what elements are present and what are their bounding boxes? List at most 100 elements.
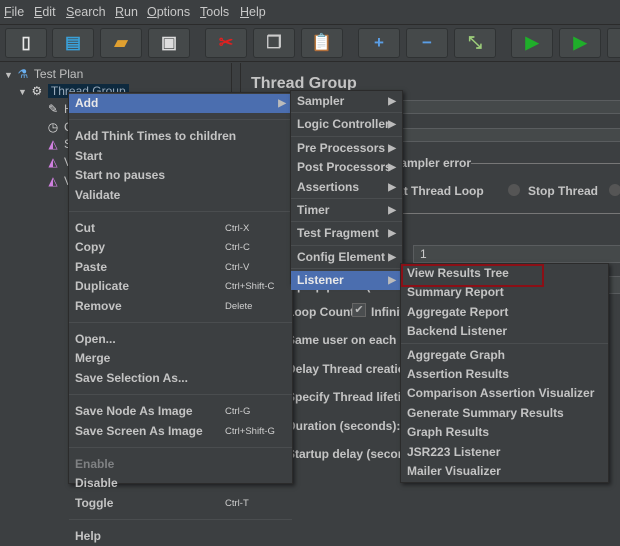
menu-separator [291, 221, 402, 222]
submenu-arrow-icon: ▶ [388, 115, 396, 134]
tree-node[interactable]: ▼⚗Test Plan [4, 65, 83, 83]
submenu-arrow-icon: ▶ [278, 94, 286, 113]
gear-icon: ⚙ [30, 82, 44, 100]
menu-item-start-no-pauses[interactable]: Start no pauses [69, 166, 292, 185]
expand-toggle-icon[interactable]: ▼ [18, 87, 27, 97]
menu-item-label: Help [75, 529, 101, 543]
menu-item-label: Assertions [297, 180, 359, 194]
menu-item-jsr223-listener[interactable]: JSR223 Listener [401, 443, 608, 462]
open-icon: ▰ [114, 33, 127, 53]
toggle-icon: ⤡ [468, 33, 482, 53]
menu-separator [69, 211, 292, 212]
menu-separator [69, 322, 292, 323]
submenu-arrow-icon: ▶ [388, 92, 396, 111]
menu-item-validate[interactable]: Validate [69, 186, 292, 205]
menu-item-save-selection-as[interactable]: Save Selection As... [69, 369, 292, 388]
menu-item-assertion-results[interactable]: Assertion Results [401, 365, 608, 384]
cut-icon: ✂ [219, 33, 233, 53]
paste-icon: 📋 [311, 33, 332, 53]
menu-item-copy[interactable]: CopyCtrl-C [69, 238, 292, 257]
save-button[interactable]: ▣ [148, 28, 190, 58]
add-submenu: Sampler▶ Logic Controller▶ Pre Processors▶… [290, 90, 403, 284]
menu-item-paste[interactable]: PasteCtrl-V [69, 258, 292, 277]
menu-item-label: Toggle [75, 496, 113, 510]
menu-item-start[interactable]: Start [69, 147, 292, 166]
menu-item-enable[interactable]: Enable [69, 455, 292, 474]
copy-button[interactable]: ❐ [253, 28, 295, 58]
menu-item-add[interactable]: Add▶ [69, 94, 292, 113]
menu-item-label: Comparison Assertion Visualizer [407, 386, 594, 400]
menu-item-logic-controller[interactable]: Logic Controller▶ [291, 115, 402, 134]
menu-item-toggle[interactable]: ToggleCtrl-T [69, 494, 292, 513]
menu-item-timer[interactable]: Timer▶ [291, 201, 402, 220]
start-button[interactable]: ▶ [511, 28, 553, 58]
start-no-pauses-button[interactable]: ▶ [559, 28, 601, 58]
menu-item-label: Cut [75, 221, 95, 235]
menu-item-assertions[interactable]: Assertions▶ [291, 178, 402, 197]
menu-item-generate-summary-results[interactable]: Generate Summary Results [401, 404, 608, 423]
radio[interactable] [609, 184, 620, 196]
menu-edit[interactable]: Edit [34, 5, 56, 19]
submenu-arrow-icon: ▶ [388, 271, 396, 290]
menu-help[interactable]: Help [240, 5, 266, 19]
menu-item-aggregate-report[interactable]: Aggregate Report [401, 303, 608, 322]
cut-button[interactable]: ✂ [205, 28, 247, 58]
menu-item-listener[interactable]: Listener▶ [291, 271, 402, 290]
menu-item-config-element[interactable]: Config Element▶ [291, 248, 402, 267]
collapse-icon: − [422, 33, 432, 53]
menu-item-comparison-assertion-visualizer[interactable]: Comparison Assertion Visualizer [401, 384, 608, 403]
menu-separator [69, 447, 292, 448]
menu-item-sampler[interactable]: Sampler▶ [291, 92, 402, 111]
menu-item-merge[interactable]: Merge [69, 349, 292, 368]
menu-item-add-think-times-to-children[interactable]: Add Think Times to children [69, 127, 292, 146]
save-icon: ▣ [161, 33, 177, 53]
menu-item-help[interactable]: Help [69, 527, 292, 546]
toggle-button[interactable]: ⤡ [454, 28, 496, 58]
menu-item-label: Generate Summary Results [407, 406, 564, 420]
menu-item-label: Aggregate Graph [407, 348, 505, 362]
stop-thread-radio[interactable] [508, 184, 520, 196]
menu-item-mailer-visualizer[interactable]: Mailer Visualizer [401, 462, 608, 481]
open-button[interactable]: ▰ [100, 28, 142, 58]
menu-item-save-node-as-image[interactable]: Save Node As ImageCtrl-G [69, 402, 292, 421]
menu-file[interactable]: File [4, 5, 24, 19]
menu-item-disable[interactable]: Disable [69, 474, 292, 493]
templates-button[interactable]: ▤ [52, 28, 94, 58]
menu-item-post-processors[interactable]: Post Processors▶ [291, 158, 402, 177]
specify-lifetime-label[interactable]: Specify Thread lifetime [287, 390, 418, 404]
expand-button[interactable]: + [358, 28, 400, 58]
new-button[interactable]: ▯ [5, 28, 47, 58]
listener-submenu: View Results TreeSummary ReportAggregate… [400, 263, 609, 483]
paste-button[interactable]: 📋 [301, 28, 343, 58]
menu-item-test-fragment[interactable]: Test Fragment▶ [291, 224, 402, 243]
expand-toggle-icon[interactable]: ▼ [4, 70, 13, 80]
menu-item-pre-processors[interactable]: Pre Processors▶ [291, 139, 402, 158]
infinite-checkbox[interactable]: ✔ [352, 303, 366, 317]
tree-node-label: Test Plan [34, 67, 83, 81]
loop-count-label: Loop Count: [287, 305, 358, 319]
menu-tools[interactable]: Tools [200, 5, 229, 19]
menu-item-duplicate[interactable]: DuplicateCtrl+Shift-C [69, 277, 292, 296]
menu-item-label: Save Screen As Image [75, 424, 203, 438]
menu-item-aggregate-graph[interactable]: Aggregate Graph [401, 346, 608, 365]
menu-item-save-screen-as-image[interactable]: Save Screen As ImageCtrl+Shift-G [69, 422, 292, 441]
stop-button[interactable]: ■ [607, 28, 620, 58]
menu-options[interactable]: Options [147, 5, 190, 19]
menu-item-backend-listener[interactable]: Backend Listener [401, 322, 608, 341]
menu-item-graph-results[interactable]: Graph Results [401, 423, 608, 442]
menu-item-open[interactable]: Open... [69, 330, 292, 349]
menu-item-label: Disable [75, 476, 118, 490]
collapse-button[interactable]: − [406, 28, 448, 58]
menu-item-label: Validate [75, 188, 120, 202]
menu-separator [291, 136, 402, 137]
submenu-arrow-icon: ▶ [388, 248, 396, 267]
menu-separator [69, 519, 292, 520]
menu-separator [291, 112, 402, 113]
menu-item-cut[interactable]: CutCtrl-X [69, 219, 292, 238]
menu-run[interactable]: Run [115, 5, 138, 19]
menu-item-label: Add Think Times to children [75, 129, 236, 143]
menu-search[interactable]: Search [66, 5, 106, 19]
menu-item-remove[interactable]: RemoveDelete [69, 297, 292, 316]
threads-field[interactable]: 1 [413, 245, 620, 263]
menu-item-label: Start [75, 149, 102, 163]
